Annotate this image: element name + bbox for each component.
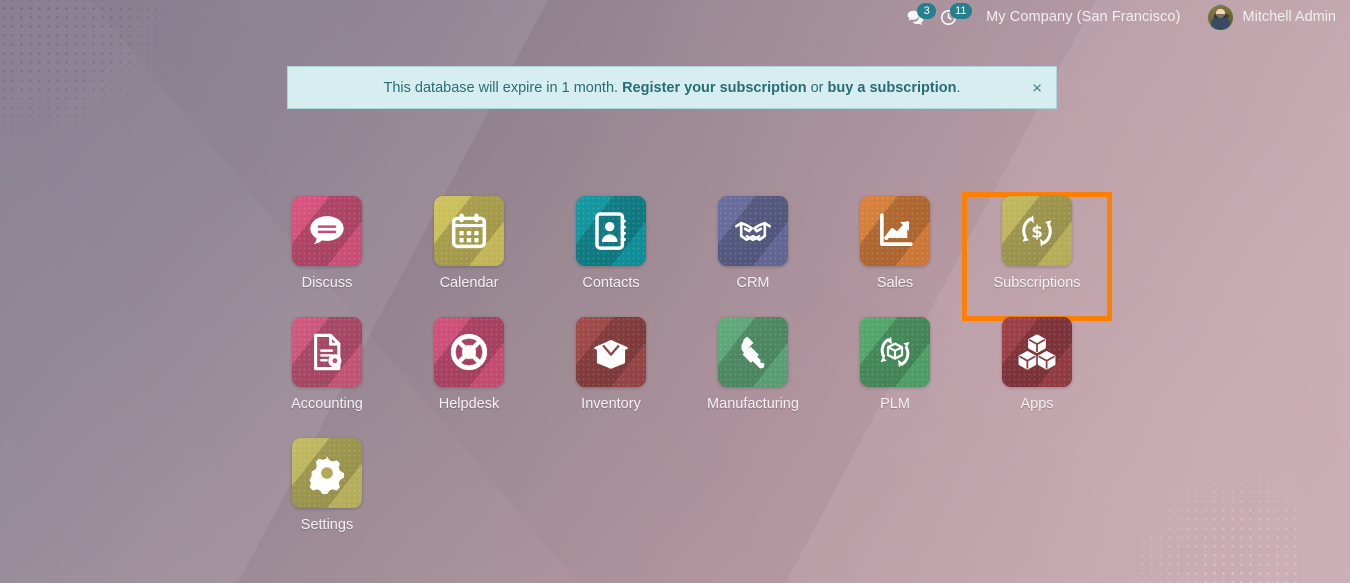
register-subscription-link[interactable]: Register your subscription	[622, 80, 807, 96]
app-label: Subscriptions	[993, 275, 1081, 291]
banner-message: This database will expire in 1 month. Re…	[384, 80, 961, 96]
svg-text:$: $	[1031, 223, 1043, 242]
app-tile	[718, 196, 788, 266]
app-label: Settings	[300, 517, 354, 533]
close-icon[interactable]: ×	[1032, 79, 1042, 96]
app-item-inventory[interactable]: Inventory	[540, 317, 682, 438]
app-item-manufacturing[interactable]: Manufacturing	[682, 317, 824, 438]
app-tile	[860, 196, 930, 266]
app-label: Discuss	[301, 275, 353, 291]
app-item-helpdesk[interactable]: Helpdesk	[398, 317, 540, 438]
sales-chart-icon	[874, 210, 916, 252]
app-tile	[860, 317, 930, 387]
app-tile	[434, 317, 504, 387]
app-label: CRM	[736, 275, 770, 291]
activities-badge: 11	[950, 3, 972, 19]
app-item-discuss[interactable]: Discuss	[256, 196, 398, 317]
app-item-settings[interactable]: Settings	[256, 438, 398, 559]
app-label: Inventory	[581, 396, 641, 412]
database-expiration-banner: This database will expire in 1 month. Re…	[287, 66, 1057, 109]
app-item-crm[interactable]: CRM	[682, 196, 824, 317]
contacts-addressbook-icon	[590, 210, 632, 252]
app-item-contacts[interactable]: Contacts	[540, 196, 682, 317]
app-item-accounting[interactable]: Accounting	[256, 317, 398, 438]
activities-menu[interactable]: 11	[939, 3, 972, 29]
app-tile: $	[1002, 196, 1072, 266]
odoo-home-screen: 3 11 My Company (San Francisco) Mitchell…	[0, 0, 1350, 583]
app-tile	[292, 438, 362, 508]
user-menu[interactable]: Mitchell Admin	[1193, 3, 1336, 31]
systray: 3 11	[906, 3, 972, 29]
app-tile	[1002, 317, 1072, 387]
top-navbar: 3 11 My Company (San Francisco) Mitchell…	[0, 0, 1350, 34]
app-label: Accounting	[291, 396, 363, 412]
app-tile	[576, 317, 646, 387]
app-tile	[292, 196, 362, 266]
app-item-sales[interactable]: Sales	[824, 196, 966, 317]
messages-menu[interactable]: 3	[906, 3, 937, 29]
buy-subscription-link[interactable]: buy a subscription	[828, 80, 957, 96]
banner-period: .	[956, 79, 961, 96]
plm-recycle-cube-icon	[874, 331, 916, 373]
app-tile	[292, 317, 362, 387]
manufacturing-wrench-icon	[732, 331, 774, 373]
app-tile	[718, 317, 788, 387]
app-item-plm[interactable]: PLM	[824, 317, 966, 438]
app-tile	[434, 196, 504, 266]
app-item-subscriptions[interactable]: $ Subscriptions	[962, 192, 1112, 321]
company-switcher[interactable]: My Company (San Francisco)	[974, 9, 1192, 25]
app-label: PLM	[880, 396, 910, 412]
apps-cubes-icon	[1016, 331, 1058, 373]
banner-message-text: This database will expire in 1 month.	[383, 79, 619, 96]
app-label: Helpdesk	[438, 396, 500, 412]
app-item-calendar[interactable]: Calendar	[398, 196, 540, 317]
banner-conjunction: or	[806, 79, 828, 96]
crm-handshake-icon	[732, 210, 774, 252]
app-tile	[576, 196, 646, 266]
user-name: Mitchell Admin	[1242, 9, 1336, 25]
app-grid: Discuss Calendar Contacts CRM Sales $ Su…	[256, 192, 1154, 559]
helpdesk-lifebuoy-icon	[448, 331, 490, 373]
app-label: Calendar	[439, 275, 499, 291]
app-label: Sales	[876, 275, 914, 291]
settings-gear-icon	[306, 452, 348, 494]
accounting-document-gear-icon	[306, 331, 348, 373]
app-item-apps[interactable]: Apps	[966, 317, 1108, 438]
avatar	[1206, 3, 1234, 31]
app-label: Contacts	[582, 275, 640, 291]
app-label: Apps	[1020, 396, 1054, 412]
discuss-chat-icon	[306, 210, 348, 252]
app-label: Manufacturing	[707, 396, 799, 412]
messages-badge: 3	[917, 3, 937, 19]
subscriptions-recycle-dollar-icon: $	[1016, 210, 1058, 252]
calendar-icon	[448, 210, 490, 252]
inventory-box-icon	[590, 331, 632, 373]
